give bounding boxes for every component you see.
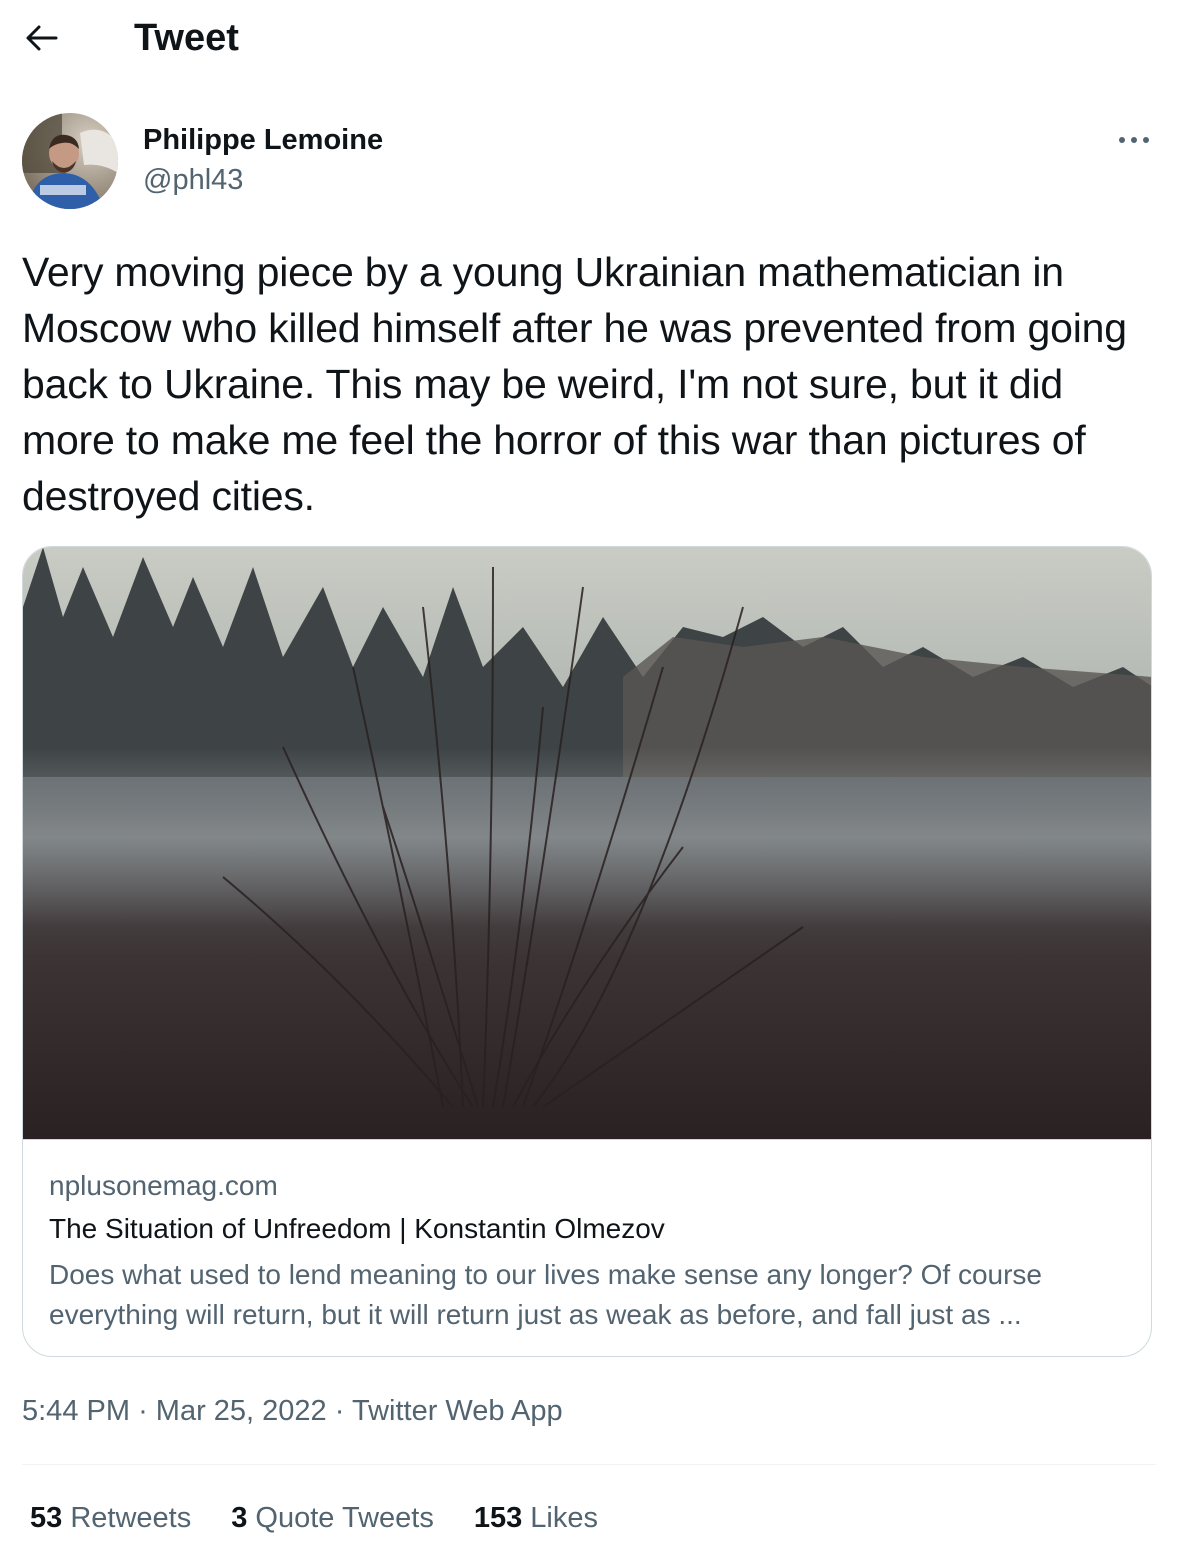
tweet-meta: 5:44 PM · Mar 25, 2022 · Twitter Web App <box>22 1391 563 1431</box>
engagement-stats: 53 Retweets 3 Quote Tweets 153 Likes <box>30 1498 598 1538</box>
back-button[interactable] <box>20 14 64 62</box>
author-name[interactable]: Philippe Lemoine <box>143 122 383 158</box>
link-preview-card[interactable]: nplusonemag.com The Situation of Unfreed… <box>22 546 1152 1357</box>
retweets-stat[interactable]: 53 Retweets <box>30 1498 191 1538</box>
quote-tweets-stat[interactable]: 3 Quote Tweets <box>231 1498 434 1538</box>
avatar[interactable] <box>22 113 118 209</box>
card-description-line: Does what used to lend meaning to our li… <box>49 1259 1043 1290</box>
author-handle[interactable]: @phl43 <box>143 162 243 198</box>
likes-count: 153 <box>473 1502 523 1534</box>
card-title: The Situation of Unfreedom | Konstantin … <box>49 1213 665 1244</box>
more-options-button[interactable] <box>1112 120 1156 160</box>
meta-separator: · <box>334 1395 345 1427</box>
card-description-line: everything will return, but it will retu… <box>49 1299 1022 1330</box>
quote-tweets-label: Quote Tweets <box>255 1502 434 1534</box>
card-domain: nplusonemag.com <box>49 1170 278 1201</box>
likes-stat[interactable]: 153 Likes <box>474 1498 598 1538</box>
tweet-time[interactable]: 5:44 PM <box>22 1395 130 1427</box>
tweet-source[interactable]: Twitter Web App <box>352 1395 563 1427</box>
tweet-text: Very moving piece by a young Ukrainian m… <box>22 249 1127 519</box>
likes-label: Likes <box>530 1502 598 1534</box>
divider <box>22 1464 1156 1465</box>
page-title: Tweet <box>134 17 239 59</box>
tweet-date[interactable]: Mar 25, 2022 <box>156 1395 327 1427</box>
card-description: Does what used to lend meaning to our li… <box>49 1255 1129 1335</box>
retweets-count: 53 <box>30 1502 63 1534</box>
meta-separator: · <box>138 1395 148 1427</box>
arrow-left-icon <box>26 25 58 51</box>
quote-tweets-count: 3 <box>231 1502 248 1534</box>
top-bar: Tweet <box>0 0 1184 78</box>
retweets-label: Retweets <box>70 1502 192 1534</box>
more-horizontal-icon <box>1119 137 1149 143</box>
card-image <box>23 547 1151 1140</box>
